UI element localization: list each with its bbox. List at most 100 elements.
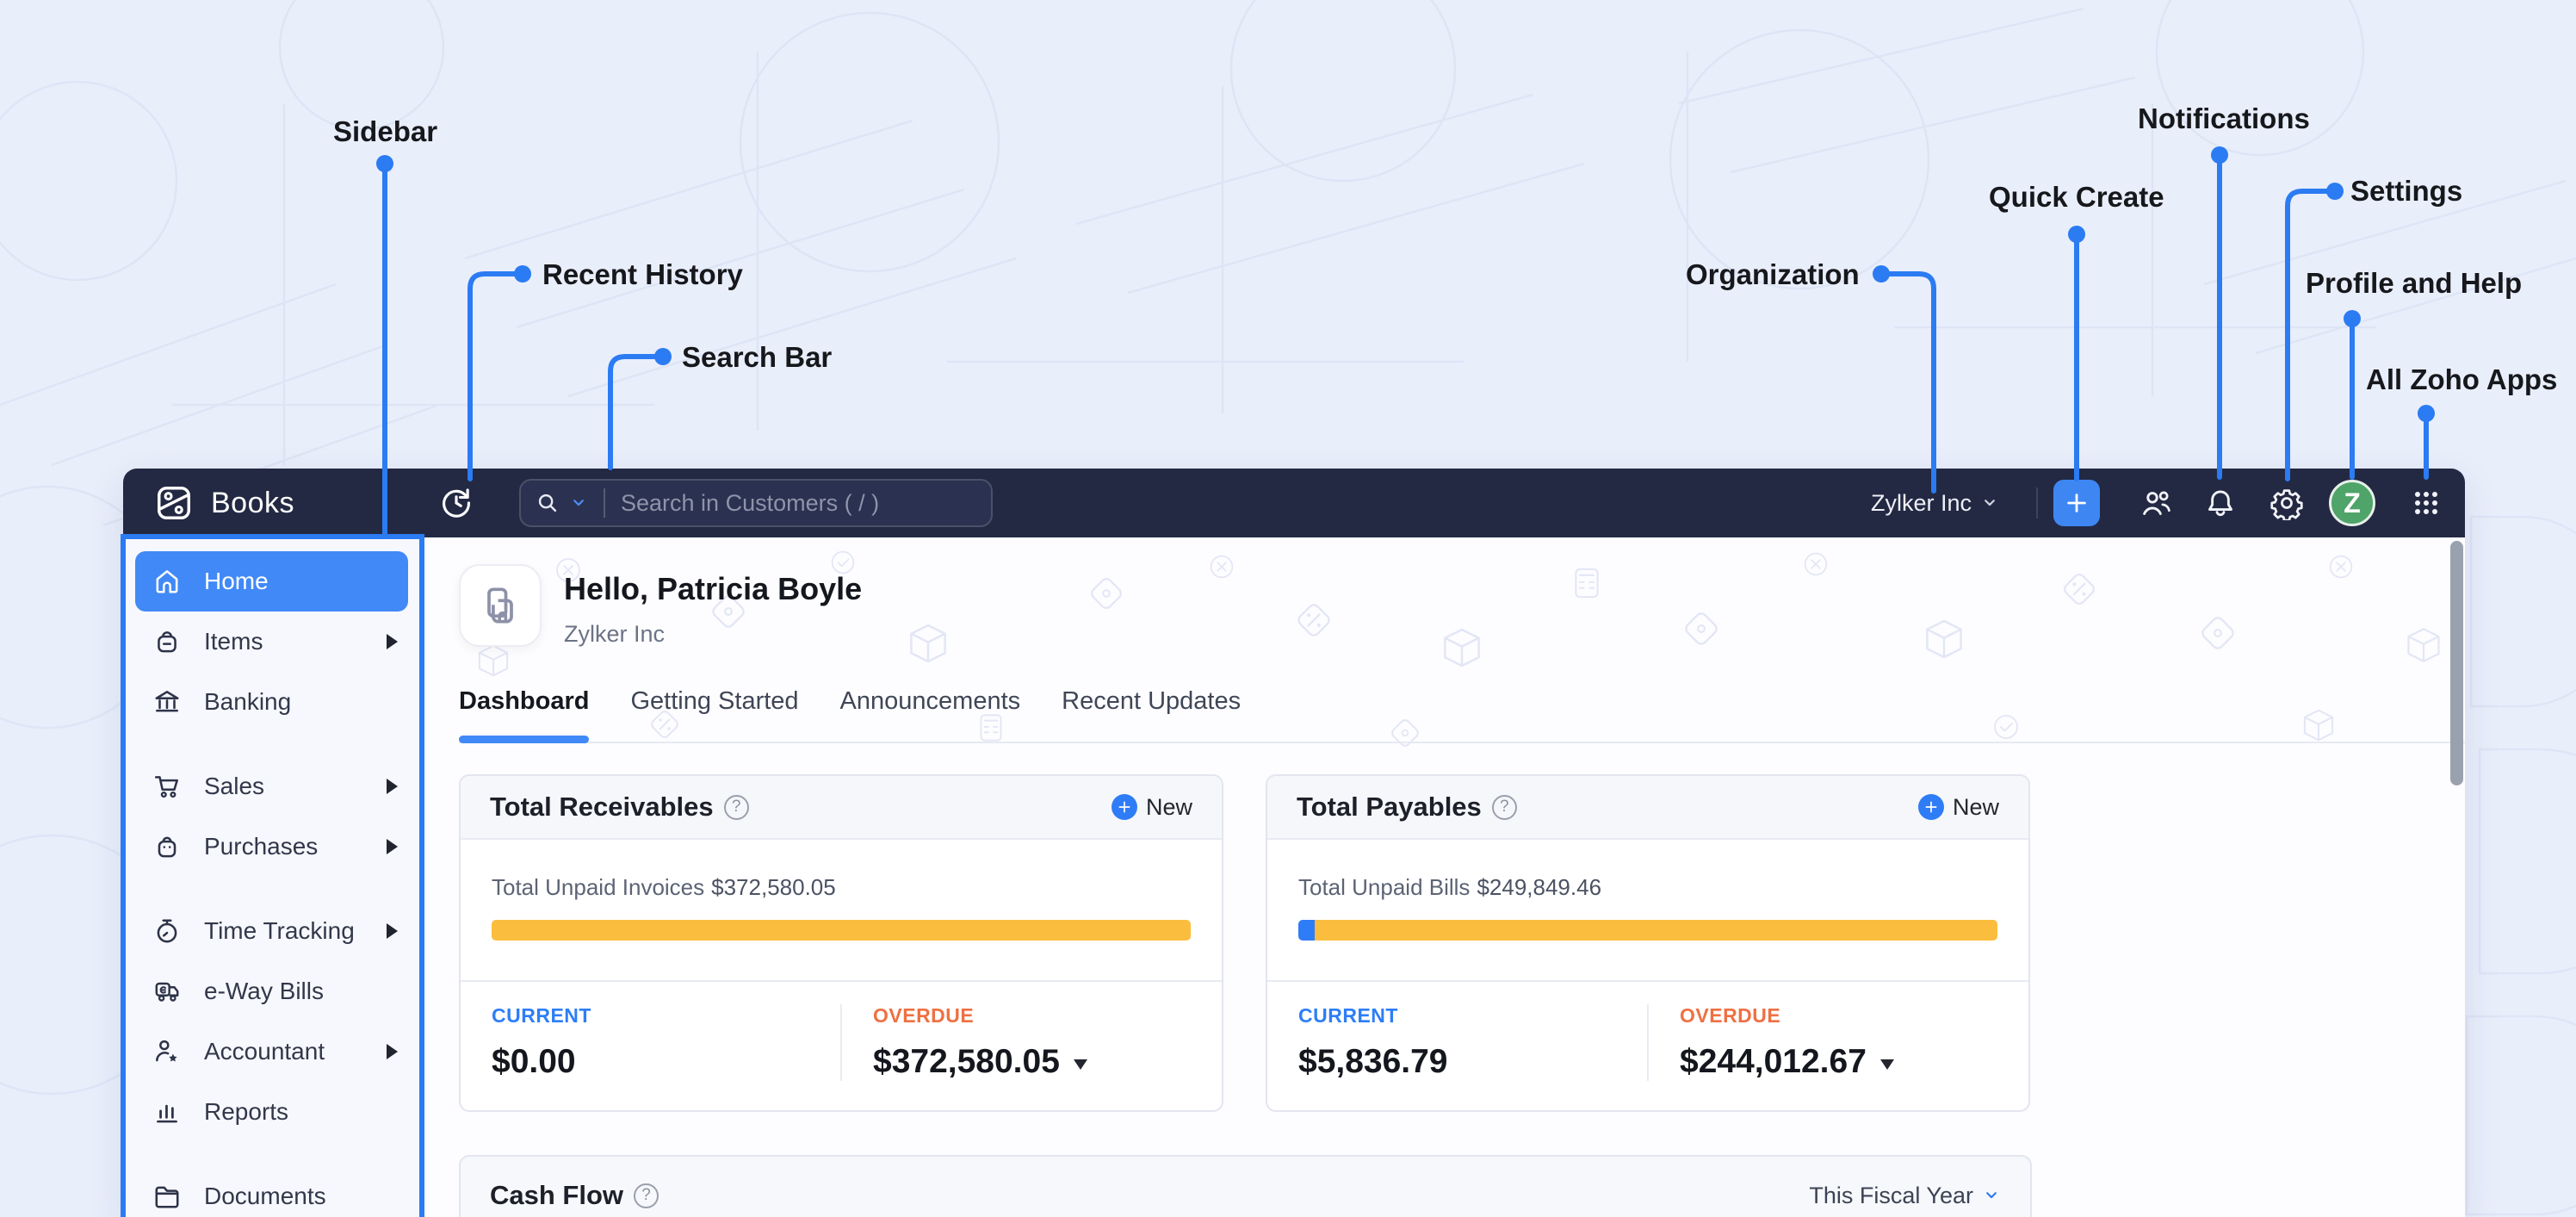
annotation-label-organization: Organization (1686, 258, 1860, 290)
overdue-segment (1314, 920, 1997, 941)
receivables-current: CURRENT $0.00 (461, 1004, 840, 1081)
sidebar-item-label: Sales (204, 773, 265, 799)
settings-gear-icon[interactable] (2269, 486, 2304, 520)
receivables-card-header: Total Receivables ? New (461, 776, 1222, 840)
fiscal-year-selector[interactable]: This Fiscal Year (1809, 1183, 2001, 1209)
sidebar-item-label: Documents (204, 1183, 326, 1209)
books-logo[interactable]: Books (154, 469, 294, 537)
annotation-label-recent-history: Recent History (542, 258, 743, 290)
receivables-progress-bar (492, 920, 1191, 941)
overdue-dropdown-caret[interactable] (1073, 1059, 1087, 1070)
product-name: Books (211, 486, 294, 519)
plus-icon (1111, 794, 1137, 820)
cash-flow-header: Cash Flow ? This Fiscal Year (461, 1157, 2030, 1217)
profile-avatar[interactable]: Z (2329, 480, 2375, 526)
sidebar-item-documents[interactable]: Documents (123, 1166, 420, 1217)
sidebar-item-label: Time Tracking (204, 917, 355, 944)
current-value: $5,836.79 (1298, 1043, 1448, 1080)
submenu-arrow-icon (387, 634, 398, 649)
new-bill-button[interactable]: New (1917, 793, 1999, 821)
overdue-value: $372,580.05 (873, 1043, 1191, 1081)
new-invoice-button[interactable]: New (1111, 794, 1192, 821)
dashboard-tabs: Dashboard Getting Started Announcements Rec… (459, 687, 2465, 743)
receivables-title: Total Receivables (490, 792, 714, 822)
organization-selector[interactable]: Zylker Inc (1871, 469, 1999, 537)
organization-name: Zylker Inc (1871, 489, 1972, 516)
tab-announcements[interactable]: Announcements (840, 687, 1021, 721)
payables-overdue: OVERDUE $244,012.67 (1647, 1004, 2028, 1081)
building-icon (478, 583, 523, 628)
annotation-label-settings: Settings (2350, 175, 2463, 207)
search-bar[interactable]: Search in Customers ( / ) (519, 479, 993, 527)
search-icon (535, 490, 560, 516)
users-icon[interactable] (2139, 486, 2174, 520)
all-zoho-apps-grid-icon[interactable] (2409, 486, 2443, 520)
payables-meter: Total Unpaid Bills $249,849.46 (1267, 840, 2028, 982)
receivables-overdue: OVERDUE $372,580.05 (840, 1004, 1222, 1081)
submenu-arrow-icon (387, 839, 398, 854)
overdue-label: OVERDUE (1680, 1004, 1781, 1027)
help-icon[interactable]: ? (723, 794, 749, 820)
overdue-segment (492, 920, 1191, 941)
sidebar-item-accountant[interactable]: Accountant (123, 1021, 420, 1082)
payables-footer: CURRENT $5,836.79 OVERDUE $244,012.67 (1267, 982, 2028, 1110)
chevron-down-icon (1982, 1186, 2001, 1205)
help-icon[interactable]: ? (1491, 794, 1517, 820)
sidebar-section-gap (123, 732, 420, 756)
cart-icon (152, 772, 182, 801)
sidebar-item-time-tracking[interactable]: Time Tracking (123, 901, 420, 961)
overdue-label: OVERDUE (873, 1004, 975, 1027)
sidebar-section-gap (123, 1142, 420, 1166)
sidebar-item-reports[interactable]: Reports (123, 1082, 420, 1142)
sidebar-item-items[interactable]: Items (123, 612, 420, 672)
sidebar-item-label: Banking (204, 688, 292, 715)
search-divider (604, 488, 605, 518)
bar-chart-icon (152, 1097, 182, 1127)
organization-tile (459, 564, 542, 647)
overdue-value: $244,012.67 (1680, 1043, 1997, 1081)
payables-card-header: Total Payables ? New (1267, 776, 2028, 840)
receivables-meter-value: $372,580.05 (711, 874, 836, 900)
help-icon[interactable]: ? (634, 1183, 659, 1208)
quick-create-button[interactable] (2053, 480, 2100, 526)
tab-getting-started[interactable]: Getting Started (630, 687, 798, 721)
sidebar-item-label: Accountant (204, 1038, 325, 1065)
sidebar-item-label: Home (204, 568, 269, 594)
annotation-label-quick-create: Quick Create (1989, 181, 2164, 213)
notifications-bell-icon[interactable] (2203, 486, 2238, 520)
payables-meter-label: Total Unpaid Bills $249,849.46 (1298, 874, 1602, 900)
sidebar-item-eway-bills[interactable]: e-Way Bills (123, 961, 420, 1021)
organization-chevron-icon (1980, 494, 1999, 512)
books-logo-icon (154, 483, 194, 523)
recent-history-icon[interactable] (438, 485, 474, 521)
sidebar-section-gap (123, 877, 420, 901)
cash-flow-card: Cash Flow ? This Fiscal Year (459, 1155, 2032, 1217)
fiscal-year-label: This Fiscal Year (1809, 1182, 1973, 1208)
summary-cards-row: Total Receivables ? New Total Unpaid Inv… (459, 774, 2465, 1112)
sidebar-item-sales[interactable]: Sales (123, 756, 420, 817)
tab-dashboard[interactable]: Dashboard (459, 687, 590, 743)
truck-icon (152, 977, 182, 1006)
payables-current: CURRENT $5,836.79 (1267, 1004, 1647, 1081)
folder-icon (152, 1182, 182, 1211)
new-label: New (1952, 793, 1999, 820)
greeting-subtitle: Zylker Inc (564, 621, 666, 647)
total-receivables-card: Total Receivables ? New Total Unpaid Inv… (459, 774, 1223, 1112)
submenu-arrow-icon (387, 923, 398, 939)
top-navbar: Books Search in Customers ( / ) Zylker I… (123, 469, 2465, 537)
sidebar-item-home[interactable]: Home (135, 551, 408, 612)
annotation-label-search-bar: Search Bar (682, 341, 833, 373)
sidebar-item-purchases[interactable]: Purchases (123, 817, 420, 877)
tab-recent-updates[interactable]: Recent Updates (1062, 687, 1241, 721)
navbar-divider (2036, 487, 2038, 518)
cash-flow-title: Cash Flow (490, 1180, 624, 1210)
bag-icon (152, 832, 182, 861)
sidebar-item-banking[interactable]: Banking (123, 672, 420, 732)
bank-icon (152, 687, 182, 717)
annotation-label-notifications: Notifications (2138, 102, 2310, 134)
overdue-dropdown-caret[interactable] (1879, 1059, 1894, 1070)
greeting-header: Hello, Patricia Boyle Zylker Inc (459, 564, 2465, 648)
search-scope-chevron-icon[interactable] (569, 494, 588, 512)
content-scrollbar[interactable] (2450, 541, 2463, 785)
current-value: $0.00 (492, 1043, 576, 1080)
